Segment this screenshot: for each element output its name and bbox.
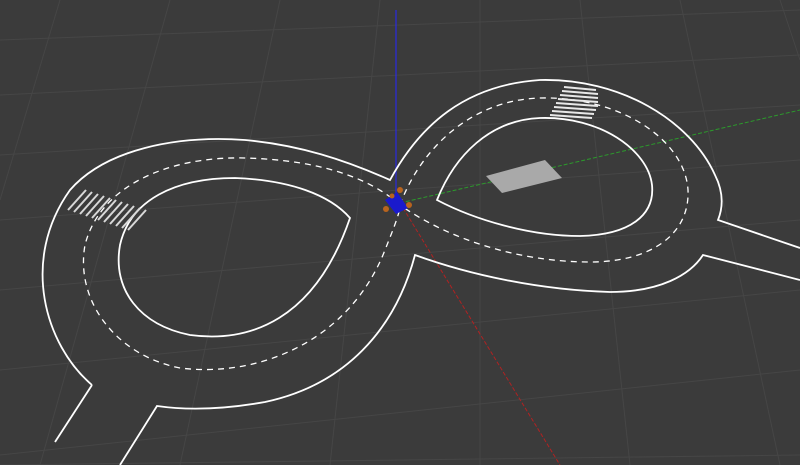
parking-pad xyxy=(486,160,562,193)
track-centerline xyxy=(82,97,689,371)
ground-grid xyxy=(0,0,800,465)
robot-wheel-icon xyxy=(397,187,403,193)
figure-eight-track xyxy=(41,79,800,465)
3d-viewport[interactable] xyxy=(0,0,800,465)
track-outer-edge-lower xyxy=(119,253,800,465)
track-outer-stub xyxy=(54,384,93,443)
robot-wheel-icon xyxy=(389,193,395,199)
robot-wheel-icon xyxy=(383,206,389,212)
track-outer-edge xyxy=(41,79,800,386)
track-inner-left-edge xyxy=(117,177,352,338)
scene-canvas[interactable] xyxy=(0,0,800,465)
robot-wheel-icon xyxy=(406,202,412,208)
